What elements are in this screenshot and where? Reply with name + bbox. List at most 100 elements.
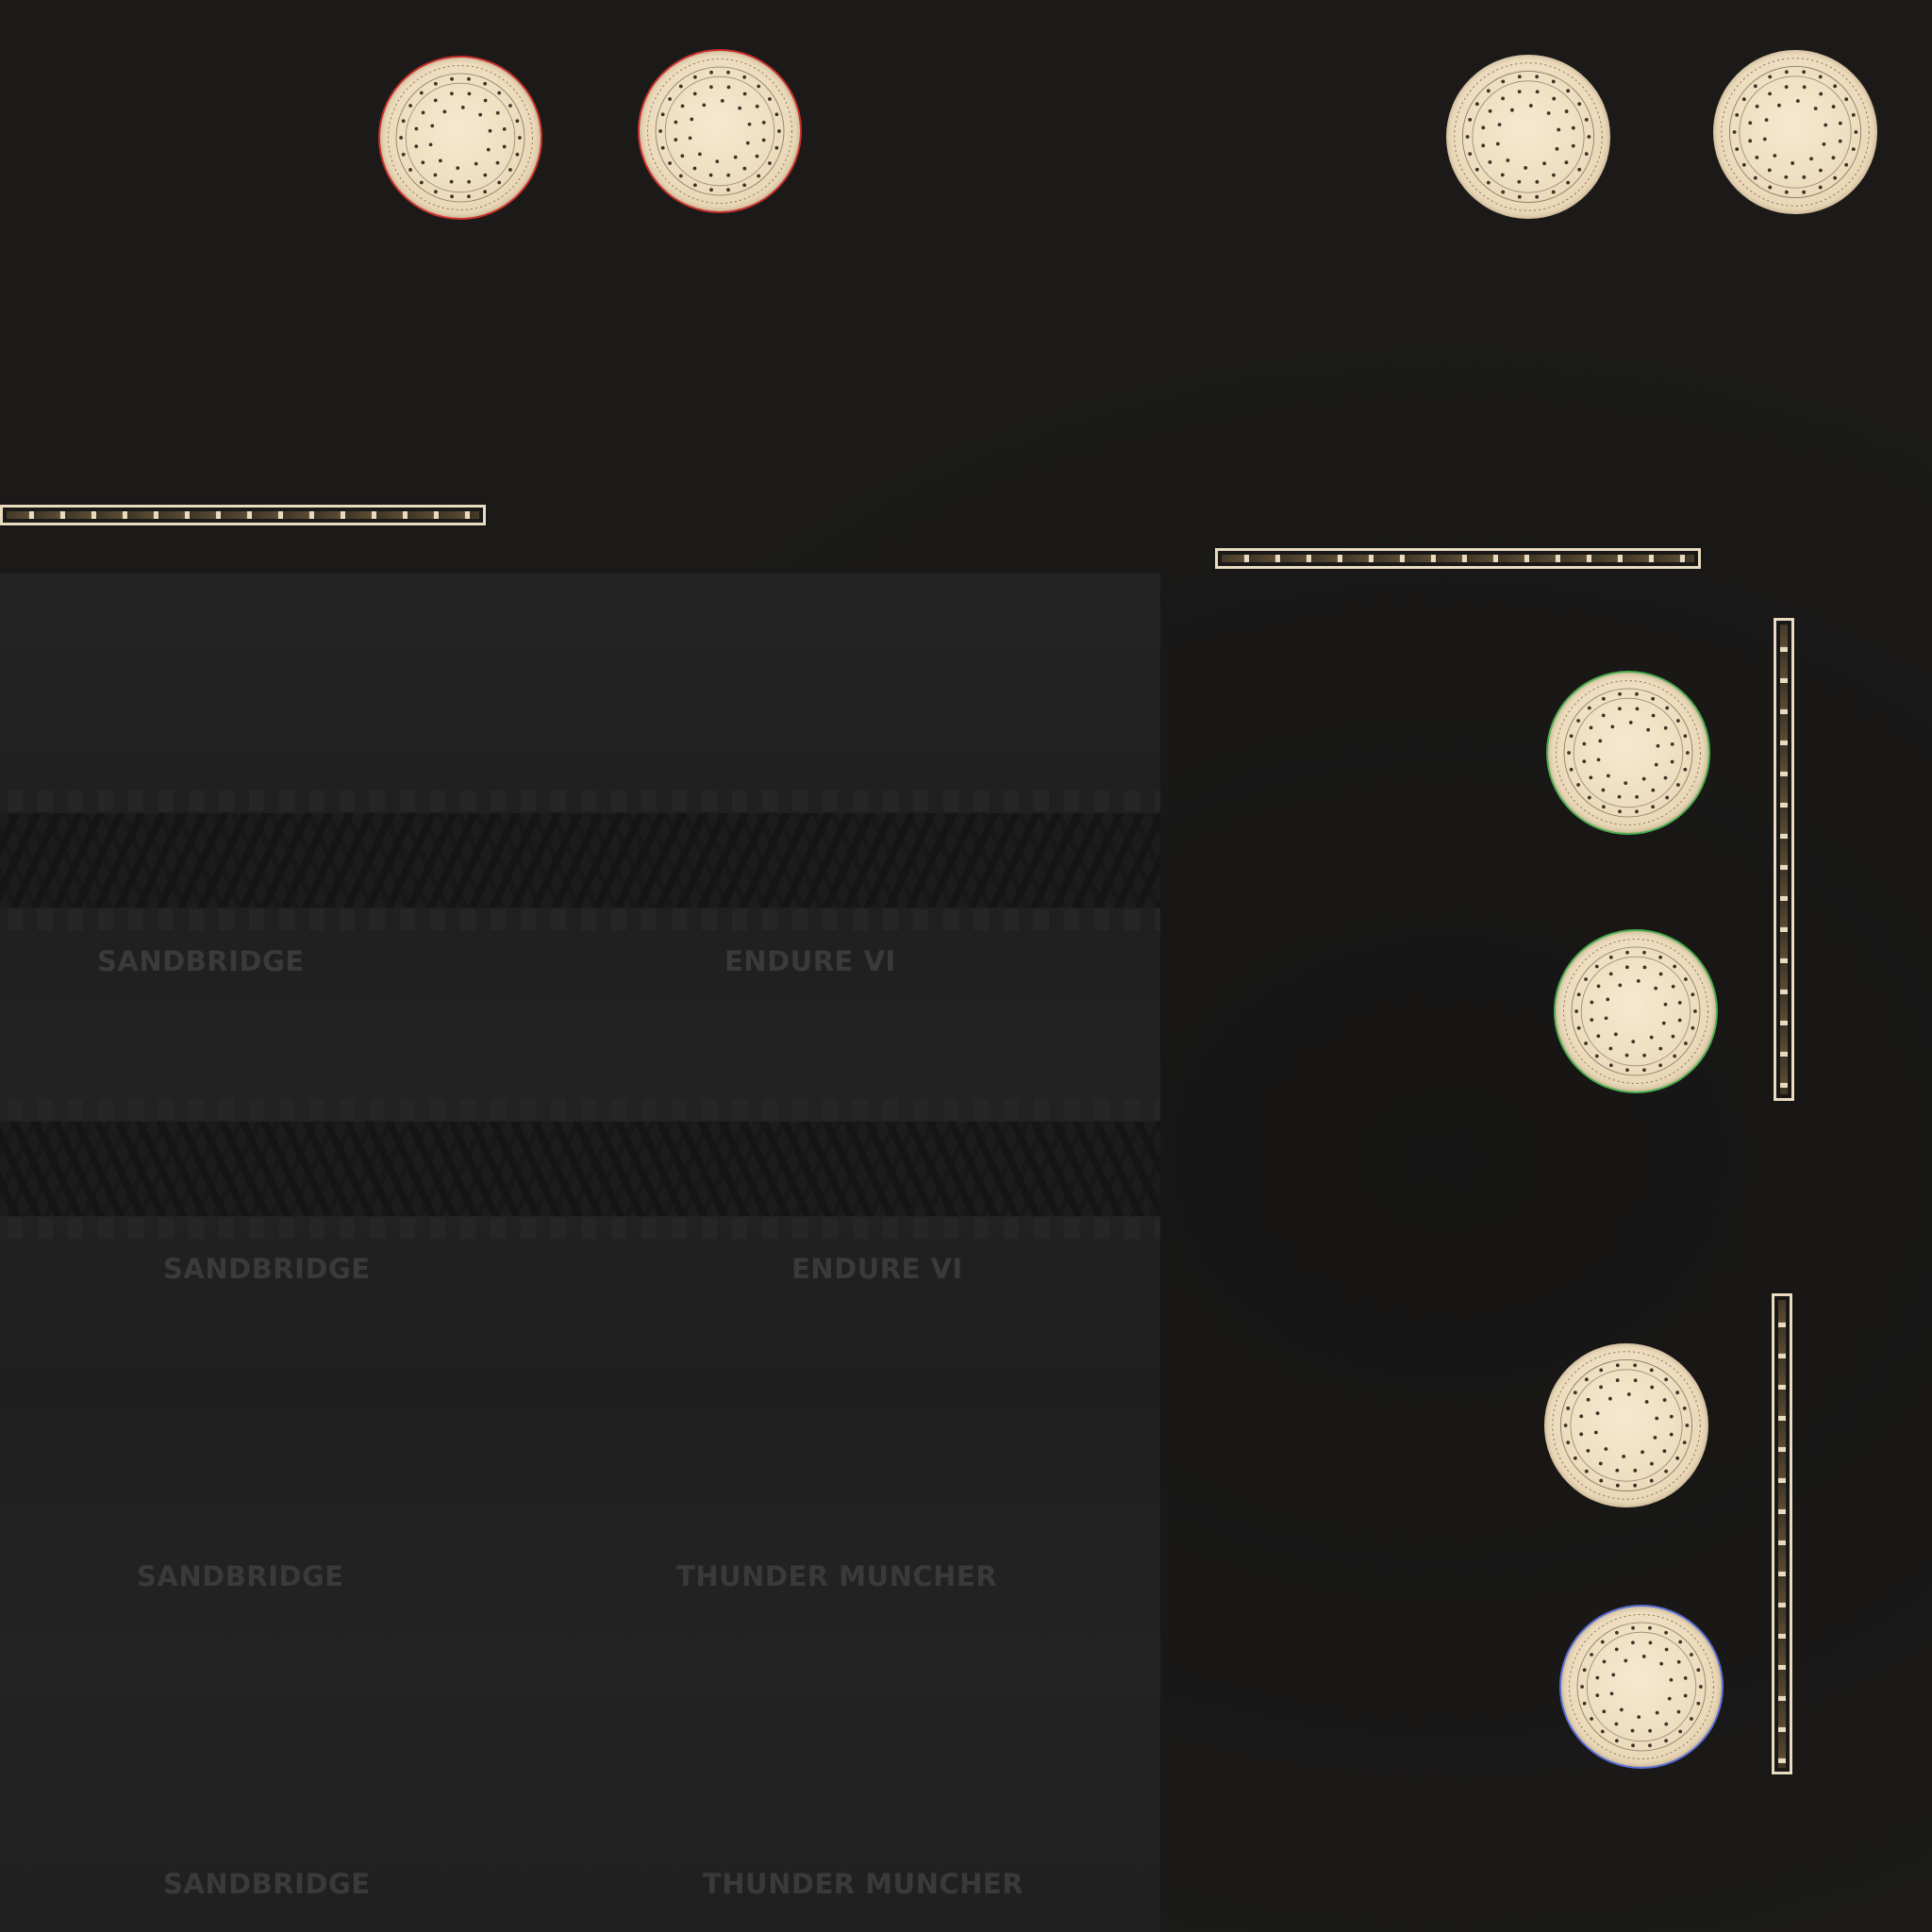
- disc-vent-hole: [1683, 767, 1688, 772]
- disc-vent-hole: [709, 70, 713, 75]
- disc-vent-hole: [1488, 160, 1492, 164]
- disc-vent-hole: [1608, 1046, 1613, 1051]
- disc-vent-hole: [1658, 1046, 1663, 1051]
- disc-vent-hole: [1631, 1040, 1636, 1044]
- disc-vent-hole: [502, 144, 507, 149]
- disc-vent-hole: [1584, 1377, 1589, 1382]
- disc-vent-hole: [1664, 1630, 1668, 1635]
- disc-vent-hole: [1833, 84, 1838, 89]
- disc-vent-hole: [419, 180, 424, 185]
- disc-vent-hole: [1596, 1034, 1601, 1039]
- disc-vent-hole: [1579, 1432, 1584, 1437]
- disc-vent-hole: [1642, 965, 1647, 970]
- disc-vent-hole: [1546, 111, 1551, 115]
- disc-vent-hole: [414, 144, 419, 148]
- disc-ring: [1454, 62, 1603, 211]
- disc-vent-hole: [761, 138, 766, 142]
- disc-vent-hole: [1669, 1414, 1674, 1419]
- disc-vent-hole: [1602, 1659, 1607, 1664]
- disc-vent-hole: [1690, 1717, 1693, 1721]
- disc-vent-hole: [1673, 1054, 1677, 1058]
- disc-vent-hole: [1528, 104, 1533, 108]
- disc-vent-hole: [688, 136, 692, 141]
- disc-vent-hole: [1598, 739, 1603, 743]
- disc-vent-hole: [1604, 1016, 1608, 1021]
- disc-vent-hole: [1599, 1478, 1604, 1483]
- brake-disc-icon: [638, 49, 802, 213]
- disc-pattern: [1562, 938, 1709, 1085]
- disc-vent-hole: [1609, 1691, 1614, 1696]
- disc-vent-hole: [709, 188, 713, 192]
- disc-vent-hole: [433, 98, 438, 103]
- disc-vent-hole: [1486, 89, 1491, 93]
- disc-vent-hole: [1535, 179, 1540, 184]
- disc-vent-hole: [1851, 147, 1856, 152]
- disc-vent-hole: [1611, 1673, 1616, 1677]
- disc-vent-hole: [660, 112, 665, 117]
- disc-vent-hole: [1563, 1424, 1568, 1427]
- disc-vent-hole: [1649, 1478, 1654, 1483]
- disc-vent-hole: [1609, 1063, 1613, 1068]
- disc-vent-hole: [467, 194, 471, 199]
- disc-ring: [1573, 697, 1684, 808]
- brake-disc-icon: [1446, 55, 1610, 219]
- disc-vent-hole: [1622, 1455, 1626, 1458]
- tread-lugs: [0, 909, 1160, 930]
- disc-ring: [1559, 1358, 1693, 1492]
- disc-vent-hole: [708, 173, 713, 177]
- disc-vent-hole: [467, 76, 471, 81]
- disc-vent-hole: [1606, 997, 1610, 1002]
- disc-ring: [1568, 1613, 1715, 1760]
- disc-vent-hole: [449, 179, 454, 184]
- disc-vent-hole: [1542, 161, 1546, 166]
- disc-vent-hole: [1501, 96, 1505, 101]
- disc-vent-hole: [1517, 179, 1522, 184]
- disc-vent-hole: [1614, 1722, 1619, 1726]
- disc-vent-hole: [1599, 1385, 1603, 1390]
- disc-vent-hole: [483, 173, 488, 177]
- disc-vent-hole: [726, 85, 731, 90]
- disc-vent-hole: [467, 179, 471, 184]
- disc-vent-hole: [1576, 1025, 1581, 1030]
- disc-vent-hole: [1677, 1001, 1682, 1005]
- disc-vent-hole: [1501, 79, 1506, 84]
- disc-vent-hole: [1651, 696, 1655, 701]
- disc-vent-hole: [1658, 1063, 1662, 1068]
- disc-vent-hole: [1663, 1002, 1668, 1007]
- disc-vent-hole: [1594, 964, 1599, 969]
- disc-vent-hole: [1753, 175, 1757, 180]
- disc-vent-hole: [1535, 75, 1540, 79]
- disc-pattern: [1721, 58, 1870, 207]
- disc-vent-hole: [1567, 751, 1571, 755]
- disc-vent-hole: [1599, 1368, 1604, 1373]
- disc-vent-hole: [1584, 1041, 1588, 1045]
- disc-vent-hole: [680, 154, 685, 158]
- disc-vent-hole: [1551, 190, 1556, 194]
- disc-vent-hole: [1682, 1441, 1687, 1445]
- disc-vent-hole: [1500, 173, 1505, 177]
- disc-vent-hole: [1598, 1461, 1603, 1466]
- disc-vent-hole: [1633, 1378, 1638, 1383]
- disc-vent-hole: [1669, 1432, 1674, 1437]
- disc-vent-hole: [1610, 724, 1615, 729]
- disc-vent-hole: [1795, 99, 1800, 103]
- disc-vent-hole: [1615, 1630, 1619, 1635]
- disc-vent-hole: [488, 128, 492, 133]
- disc-vent-hole: [1663, 775, 1668, 780]
- disc-vent-hole: [1582, 759, 1587, 763]
- disc-vent-hole: [1784, 190, 1789, 194]
- disc-vent-hole: [450, 92, 454, 96]
- disc-vent-hole: [702, 103, 707, 108]
- disc-vent-hole: [1644, 1400, 1649, 1404]
- disc-vent-hole: [1764, 118, 1769, 123]
- disc-vent-hole: [1595, 1411, 1600, 1416]
- disc-vent-hole: [1576, 719, 1580, 723]
- disc-vent-hole: [777, 129, 781, 133]
- disc-vent-hole: [1768, 92, 1772, 96]
- disc-vent-hole: [421, 160, 425, 165]
- texture-atlas: SANDBRIDGE ENDURE VI SANDBRIDGE ENDURE V…: [0, 0, 1932, 1932]
- disc-vent-hole: [1501, 190, 1506, 194]
- disc-vent-hole: [1631, 1743, 1635, 1748]
- disc-vent-hole: [680, 104, 685, 108]
- disc-vent-hole: [483, 190, 487, 194]
